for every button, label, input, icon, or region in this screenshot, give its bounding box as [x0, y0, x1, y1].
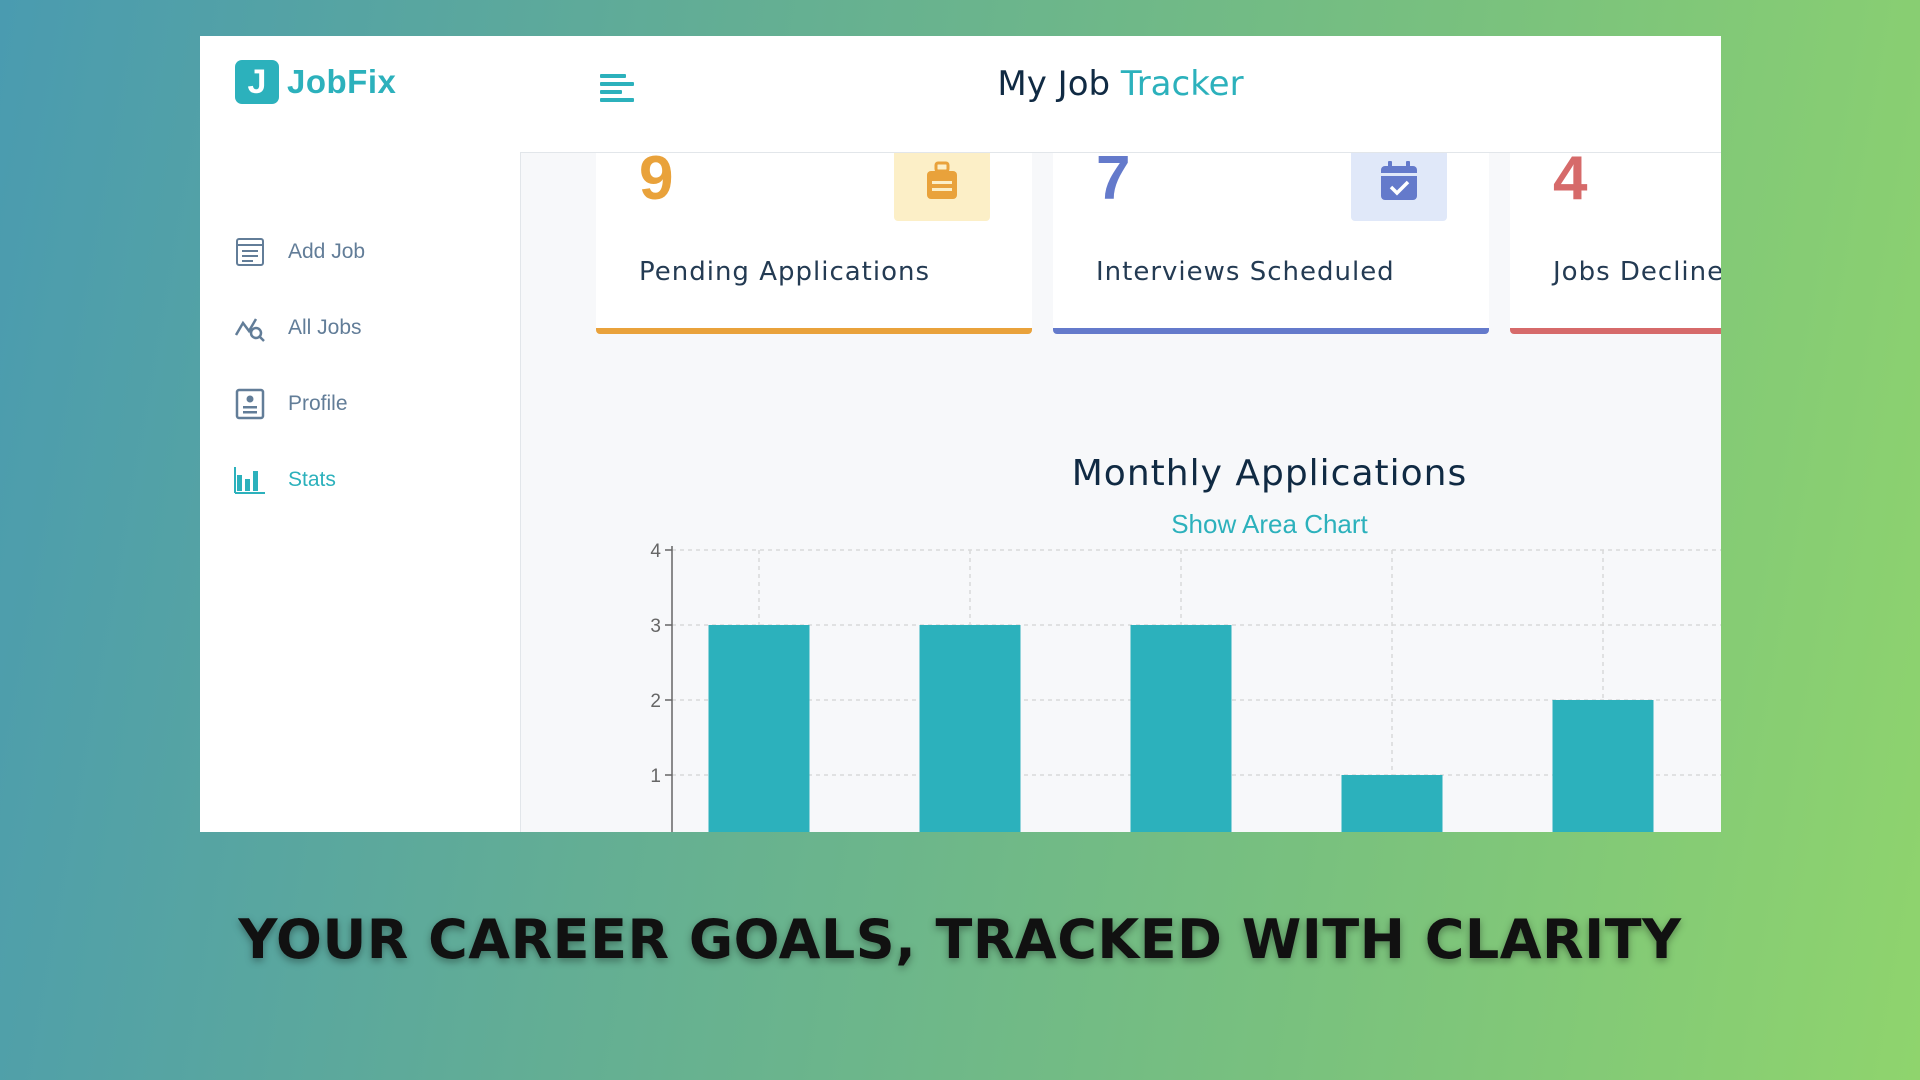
stats-content: 9 Pending Applications 7 Interviews Sche… [520, 153, 1721, 832]
monthly-applications-chart: 1 2 3 4 [650, 541, 1721, 832]
chart-bar [919, 625, 1021, 832]
y-tick-label: 2 [650, 691, 661, 712]
sidebar-item-profile[interactable]: Profile [234, 366, 365, 442]
form-icon [234, 236, 266, 268]
sidebar-item-label: Add Job [288, 240, 366, 263]
chart-bar [708, 625, 810, 832]
tagline: YOUR CAREER GOALS, TRACKED WITH CLARITY [238, 908, 1682, 971]
y-tick-label: 1 [650, 766, 661, 787]
sidebar-item-label: All Jobs [288, 316, 362, 339]
chart-bar [1341, 775, 1443, 832]
app-window: J JobFix Add Job All Jobs Profile Stats … [200, 36, 1721, 832]
page-title: My Job Tracker [520, 64, 1721, 104]
sidebar-nav: Add Job All Jobs Profile Stats [234, 214, 365, 518]
bar-chart-icon [234, 464, 266, 496]
logo-badge: J [235, 60, 279, 104]
logo-text: JobFix [287, 63, 397, 100]
y-tick-label: 4 [650, 541, 661, 562]
title-accent: Tracker [1120, 64, 1244, 104]
sidebar-item-label: Profile [288, 392, 348, 415]
id-card-icon [234, 388, 266, 420]
sidebar-item-add-job[interactable]: Add Job [234, 214, 365, 290]
sidebar-item-label: Stats [288, 468, 336, 491]
sidebar-item-all-jobs[interactable]: All Jobs [234, 290, 365, 366]
title-main: My Job [997, 64, 1111, 104]
logo[interactable]: J JobFix [235, 60, 396, 104]
chart-bar [1552, 700, 1654, 832]
chart-search-icon [234, 312, 266, 344]
y-tick-label: 3 [650, 616, 661, 637]
sidebar: J JobFix Add Job All Jobs Profile Stats [200, 36, 520, 832]
sidebar-item-stats[interactable]: Stats [234, 442, 365, 518]
chart-bar [1130, 625, 1232, 832]
topbar: My Job Tracker [520, 36, 1721, 153]
